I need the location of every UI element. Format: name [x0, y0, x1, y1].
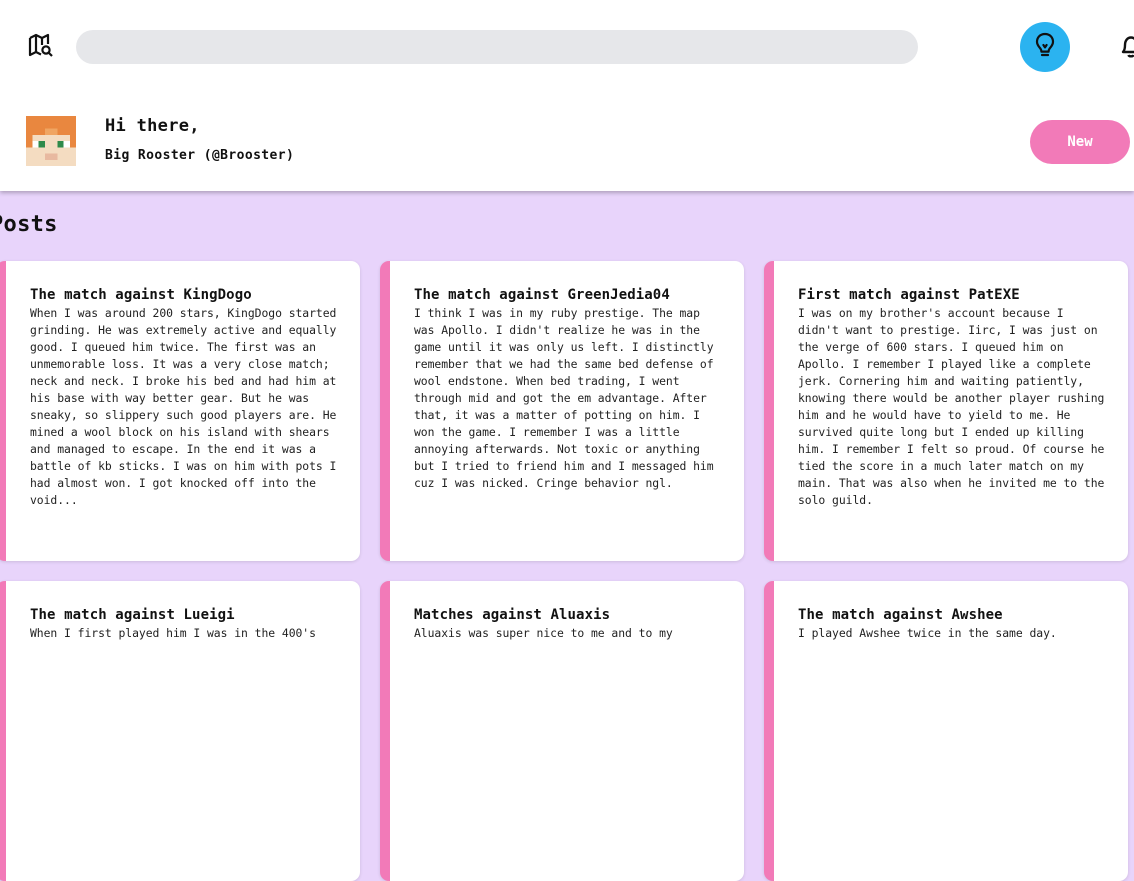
post-title: The match against KingDogo: [30, 287, 252, 303]
post-body: I think I was in my ruby prestige. The m…: [414, 306, 714, 490]
avatar: [26, 116, 76, 166]
post-title: First match against PatEXE: [798, 287, 1020, 303]
post-body: I played Awshee twice in the same day.: [798, 626, 1057, 640]
top-bar: Hi there, Big Rooster (@Brooster) New: [0, 0, 1134, 191]
user-name: Big Rooster (@Brooster): [105, 148, 295, 163]
post-title: The match against Awshee: [798, 607, 1003, 623]
post-card[interactable]: First match against PatEXE I was on my b…: [764, 261, 1128, 561]
post-title: The match against Lueigi: [30, 607, 235, 623]
search-input[interactable]: [76, 30, 918, 64]
greeting-text: Hi there,: [105, 116, 200, 136]
post-body: I was on my brother's account because I …: [798, 306, 1105, 507]
post-title: Matches against Aluaxis: [414, 607, 611, 623]
post-card[interactable]: The match against GreenJedia04 I think I…: [380, 261, 744, 561]
map-search-icon[interactable]: [28, 33, 54, 59]
post-body: When I first played him I was in the 400…: [30, 626, 316, 640]
bell-icon[interactable]: [1118, 32, 1134, 60]
post-card[interactable]: The match against KingDogo When I was ar…: [0, 261, 360, 561]
post-card[interactable]: Matches against Aluaxis Aluaxis was supe…: [380, 581, 744, 881]
post-body: Aluaxis was super nice to me and to my: [414, 626, 673, 640]
lightbulb-icon: [1032, 31, 1058, 63]
post-card[interactable]: The match against Lueigi When I first pl…: [0, 581, 360, 881]
post-title: The match against GreenJedia04: [414, 287, 670, 303]
new-post-button[interactable]: New: [1030, 120, 1130, 164]
post-card[interactable]: The match against Awshee I played Awshee…: [764, 581, 1128, 881]
lightbulb-button[interactable]: [1020, 22, 1070, 72]
post-body: When I was around 200 stars, KingDogo st…: [30, 306, 337, 507]
